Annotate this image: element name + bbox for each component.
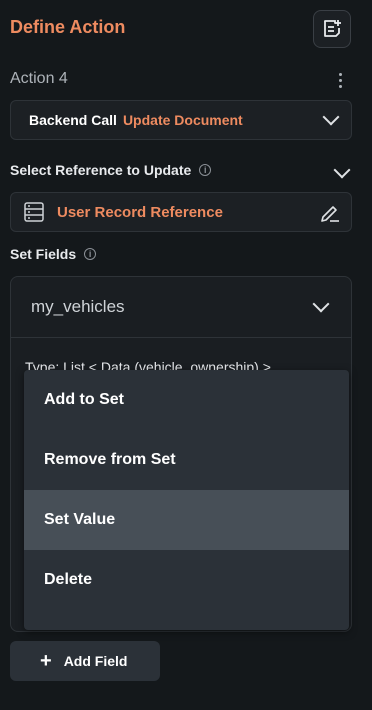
reference-section-text: Select Reference to Update xyxy=(10,162,192,178)
plus-icon: + xyxy=(40,650,52,672)
field-action-menu: Add to Set Remove from Set Set Value Del… xyxy=(24,370,349,630)
info-icon[interactable]: i xyxy=(199,164,212,176)
menu-item-delete[interactable]: Delete xyxy=(24,550,349,610)
chevron-down-icon[interactable] xyxy=(333,161,351,179)
menu-item-set-value[interactable]: Set Value xyxy=(24,490,349,550)
info-icon[interactable]: i xyxy=(84,248,97,260)
reference-select[interactable]: User Record Reference xyxy=(10,192,352,232)
set-fields-section-label: Set Fields i xyxy=(10,246,97,262)
more-vertical-icon[interactable] xyxy=(330,70,350,90)
edit-icon[interactable] xyxy=(319,202,341,224)
add-note-icon xyxy=(324,20,341,37)
reference-value: User Record Reference xyxy=(57,203,223,221)
database-icon xyxy=(24,202,44,222)
add-field-button[interactable]: + Add Field xyxy=(10,641,160,681)
backend-call-select[interactable]: Backend Call Update Document xyxy=(10,100,352,140)
page-title: Define Action xyxy=(10,17,126,37)
menu-item-add-to-set[interactable]: Add to Set xyxy=(24,370,349,430)
add-field-label: Add Field xyxy=(63,653,128,669)
chevron-down-icon xyxy=(312,295,330,313)
backend-call-label: Backend Call xyxy=(29,112,117,128)
field-name-select[interactable]: my_vehicles xyxy=(11,277,351,338)
add-note-button[interactable] xyxy=(313,10,351,48)
menu-item-remove-from-set[interactable]: Remove from Set xyxy=(24,430,349,490)
reference-section-label: Select Reference to Update i xyxy=(10,162,212,178)
field-name: my_vehicles xyxy=(31,297,125,316)
action-name: Action 4 xyxy=(10,70,68,87)
backend-call-value: Update Document xyxy=(122,112,243,128)
chevron-down-icon xyxy=(322,108,340,126)
set-fields-section-text: Set Fields xyxy=(10,246,77,262)
